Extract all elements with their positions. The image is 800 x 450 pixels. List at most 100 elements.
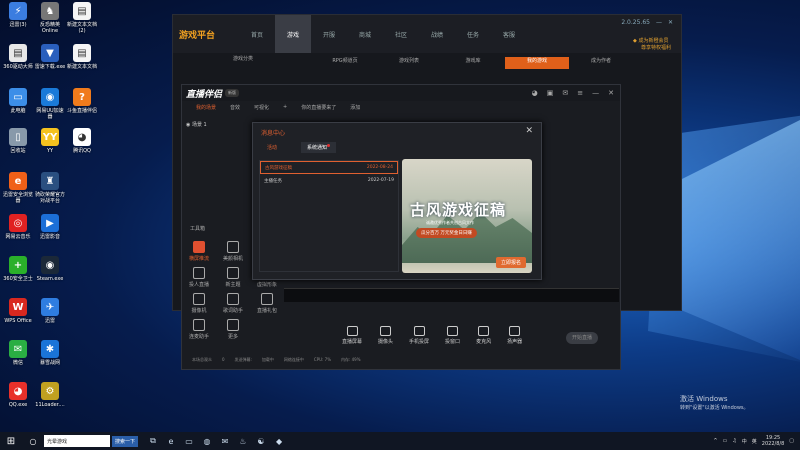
desktop-icon[interactable]: ◎ 网易云音乐 [2,214,34,240]
desktop-icon[interactable]: ✉ 微信 [2,340,34,366]
source-button[interactable]: 手机投屏 [409,325,429,345]
desktop-icon[interactable]: ⚙ 11Loader.... [34,382,66,408]
subtab-2[interactable]: 游戏库 [441,57,505,69]
taskbar-app-icon[interactable]: ✉ [216,432,234,450]
start-button[interactable]: ⊞ [0,436,22,447]
desktop-icon[interactable]: ▯ 回收站 [2,128,34,154]
tray-icon[interactable]: ▭ [723,438,728,445]
tab-7[interactable]: 客服 [491,15,527,53]
source-button[interactable]: 直播屏幕 [342,325,362,345]
notification-icon[interactable]: ▢ [789,438,794,444]
scene-item[interactable]: ◉ 场景 1 [186,121,207,128]
desktop-icon[interactable]: ◉ Steam.exe [34,256,66,282]
tray-icon[interactable]: 英 [752,438,757,445]
taskbar-app-icon[interactable]: ☯ [252,432,270,450]
tab-3[interactable]: 商城 [347,15,383,53]
desktop-icon-label: 回收站 [10,148,26,154]
start-live-button[interactable]: 开始直播 [565,332,598,344]
subtab-4[interactable]: 成为作者 [569,57,633,69]
desktop-icon[interactable]: ? 斗鱼直播伴侣 [66,88,98,114]
tool-item[interactable]: 美颜相机 [222,241,244,262]
scene-tab-0[interactable]: 我的场景 [196,104,216,111]
mail-icon[interactable]: ✉ [562,89,568,97]
scene-tab-1[interactable]: 音效 [230,104,240,111]
tool-item[interactable]: 连麦助手 [188,319,210,340]
scene-tab-4[interactable]: 你的直播要来了 [301,104,336,111]
source-button[interactable]: 麦克风 [476,325,491,345]
status-item: 本场总观众 [192,357,212,362]
tab-6[interactable]: 任务 [455,15,491,53]
version-badge[interactable]: 新版 [225,89,240,97]
tool-item[interactable]: 投人直播 [188,267,210,288]
message-item[interactable]: 古风游戏征稿 2022-08-24 [260,161,398,174]
scene-tab-2[interactable]: 可视化 [254,104,269,111]
signup-button[interactable]: 立即报名 [495,257,526,268]
menu-icon[interactable]: ≡ [577,89,583,97]
subtab-1[interactable]: 游戏列表 [377,57,441,69]
taskbar-app-icon[interactable]: e [162,432,180,450]
source-button[interactable]: 投窗口 [445,325,460,345]
desktop-icon[interactable]: ◕ QQ.exe [2,382,34,408]
taskbar-app-icon[interactable]: ◆ [270,432,288,450]
desktop-icon[interactable]: W WPS Office [2,298,34,324]
desktop-icon[interactable]: ▭ 此电脑 [2,88,34,114]
desktop-icon-label: 迅雷安全浏览器 [2,192,33,204]
scene-tab-5[interactable]: 添加 [350,104,360,111]
promo-image[interactable]: 古风游戏征稿 诚邀优秀作者共创古风大作 瓜分百万 万元奖金日日赚 立即报名 [402,159,532,273]
tab-5[interactable]: 战绩 [419,15,455,53]
desktop-icon[interactable]: YY YY [34,128,66,154]
desktop-icon[interactable]: +360安全卫士 [2,256,34,282]
subtab-3[interactable]: 我的游戏 [505,57,569,69]
desktop-icon[interactable]: ⚡ 迅雷(3) [2,2,34,28]
tray-icon[interactable]: ^ [713,438,717,445]
vip-promo[interactable]: ◆ 成为新橙会员 尊享特权福利 [633,37,671,51]
avatar[interactable]: ◕ [532,89,538,97]
clock[interactable]: 19:25 2022/8/8 [762,435,784,447]
subtab-0[interactable]: RPG频道页 [313,57,377,69]
tab-4[interactable]: 社区 [383,15,419,53]
search-button[interactable]: 搜索一下 [112,435,139,447]
tab-1[interactable]: 游戏 [275,15,311,53]
tool-item[interactable]: 横屏推流 [188,241,210,262]
taskbar-search-input[interactable]: 光晕游戏 [44,435,110,447]
tray-icon[interactable]: ♫ [732,438,736,445]
dialog-tab-1[interactable]: 系统通知 [301,142,337,153]
source-button[interactable]: 扬声器 [507,325,522,345]
desktop-icon[interactable]: ▶ 迅雷影音 [34,214,66,240]
tool-item[interactable]: 直播礼包 [256,293,278,314]
desktop-icon[interactable]: ✱ 暴雪战网 [34,340,66,366]
desktop-icon[interactable]: ◕ 腾讯QQ [66,128,98,154]
tool-item[interactable]: 更多 [222,319,244,340]
desktop-icon[interactable]: ▤ 新建文本文档 (2) [66,2,98,34]
scene-tab-3[interactable]: + [283,104,287,110]
close-icon[interactable]: ✕ [525,126,533,136]
source-button[interactable]: 摄像头 [378,325,393,345]
dialog-tab-0[interactable]: 活动 [261,142,283,153]
tab-2[interactable]: 开服 [311,15,347,53]
tool-item[interactable]: 新主题 [222,267,244,288]
desktop-icon[interactable]: ◉ 网易UU加速器 [34,88,66,120]
close-icon[interactable]: ✕ [668,19,673,26]
tool-item[interactable]: 摄像机 [188,293,210,314]
desktop-icon[interactable]: ▤ 新建文本文档 [66,44,98,70]
close-icon[interactable]: ✕ [608,89,614,97]
desktop-icon[interactable]: ♜ 骑砍荣耀官方对战平台 [34,172,66,204]
minimize-icon[interactable]: — [656,19,662,26]
desktop-icon[interactable]: e 迅雷安全浏览器 [2,172,34,204]
desktop-icon[interactable]: ♞ 反恐精英 Online [34,2,66,34]
minimize-icon[interactable]: — [592,89,599,97]
tray-icon[interactable]: 中 [742,438,747,445]
taskbar-app-icon[interactable]: ⧉ [144,432,162,450]
promo-title: 古风游戏征稿 [410,201,507,219]
desktop-icon[interactable]: ✈ 迅雷 [34,298,66,324]
tool-item[interactable]: 歌词助手 [222,293,244,314]
taskbar-app-icon[interactable]: ▭ [180,432,198,450]
taskbar-app-icon[interactable]: ◍ [198,432,216,450]
message-item[interactable]: 主播任务 2022-07-19 [260,174,398,187]
gift-icon[interactable]: ▣ [547,89,554,97]
taskbar-app-icon[interactable]: ♨ [234,432,252,450]
desktop-icon[interactable]: ▼ 雷速下载.exe [34,44,66,70]
tab-0[interactable]: 首页 [239,15,275,53]
search-icon[interactable]: ○ [22,437,44,446]
desktop-icon[interactable]: ▤ 360驱动大师 [2,44,34,70]
